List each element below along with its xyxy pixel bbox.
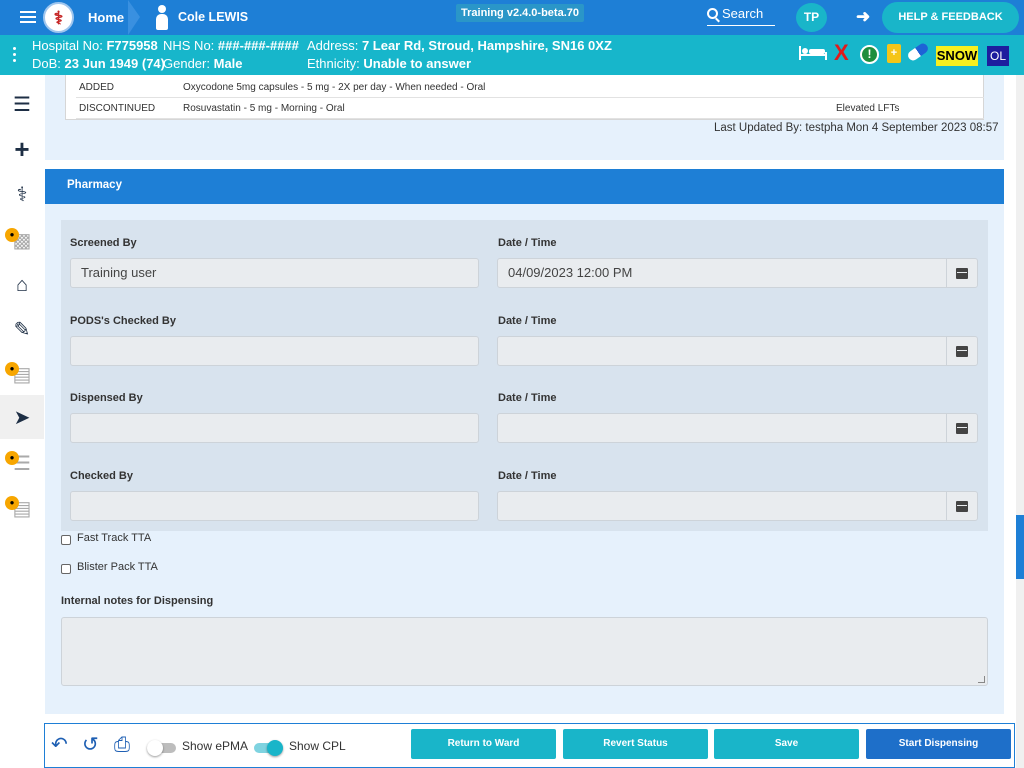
footer-toolbar: ↶ ↺ ⎙ Show ePMA Show CPL Return to Ward … xyxy=(44,723,1015,768)
sidebar-add-icon[interactable]: + xyxy=(0,127,44,171)
calendar-icon xyxy=(956,345,968,357)
blister-pack-checkbox[interactable] xyxy=(61,564,71,574)
fast-track-label: Fast Track TTA xyxy=(77,532,152,544)
ethnicity: Ethnicity: Unable to answer xyxy=(307,56,472,71)
jar-icon[interactable]: + xyxy=(887,44,901,63)
calendar-button[interactable] xyxy=(946,336,978,366)
snow-badge[interactable]: SNOW xyxy=(936,46,978,66)
dispensed-datetime-input[interactable] xyxy=(497,413,947,443)
section-divider xyxy=(45,714,1004,723)
calendar-button[interactable] xyxy=(946,258,978,288)
dispensed-by-input[interactable] xyxy=(70,413,479,443)
save-button[interactable]: Save xyxy=(714,729,859,759)
pharmacy-header[interactable]: Pharmacy xyxy=(45,169,1004,204)
lock-icon: ● xyxy=(5,496,19,510)
change-drug: Rosuvastatin - 5 mg - Morning - Oral xyxy=(183,103,345,114)
print-icon[interactable]: ⎙ xyxy=(114,734,130,756)
dispensed-by-label: Dispensed By xyxy=(70,392,143,404)
hospital-no: Hospital No: F775958 xyxy=(32,38,158,53)
pods-checked-label: PODS's Checked By xyxy=(70,315,176,327)
medication-changes-table: ADDED Oxycodone 5mg capsules - 5 mg - 2X… xyxy=(65,75,984,120)
notes-label: Internal notes for Dispensing xyxy=(61,595,214,607)
more-options-icon[interactable] xyxy=(13,47,17,63)
blister-pack-label: Blister Pack TTA xyxy=(77,561,158,573)
fast-track-checkbox[interactable] xyxy=(61,535,71,545)
sidebar: ☰ + ⚕ ▩ ● ⌂ ✎ ▤ ● ➤ ☰ ● ▤ ● xyxy=(0,75,44,768)
show-epma-label: Show ePMA xyxy=(182,739,249,753)
sidebar-checklist-icon[interactable]: ☰ ● xyxy=(0,441,44,485)
change-drug: Oxycodone 5mg capsules - 5 mg - 2X per d… xyxy=(183,82,486,93)
pods-checked-input[interactable] xyxy=(70,336,479,366)
search-label: Search xyxy=(722,6,764,21)
sidebar-register-icon[interactable]: ▤ ● xyxy=(0,486,44,530)
dispensing-notes-textarea[interactable] xyxy=(61,617,988,686)
search-button[interactable]: Search xyxy=(707,4,775,26)
top-bar: ⚕ Home Cole LEWIS Training v2.4.0-beta.7… xyxy=(0,0,1024,35)
table-row: ADDED Oxycodone 5mg capsules - 5 mg - 2X… xyxy=(76,77,984,98)
screened-by-input[interactable]: Training user xyxy=(70,258,479,288)
pods-datetime-input[interactable] xyxy=(497,336,947,366)
change-reason: Elevated LFTs xyxy=(836,103,900,114)
datetime-label: Date / Time xyxy=(498,315,557,327)
section-divider xyxy=(45,160,1004,169)
return-to-ward-button[interactable]: Return to Ward xyxy=(411,729,556,759)
address: Address: 7 Lear Rd, Stroud, Hampshire, S… xyxy=(307,38,612,53)
calendar-button[interactable] xyxy=(946,491,978,521)
last-updated: Last Updated By: testpha Mon 4 September… xyxy=(714,122,999,134)
revert-status-button[interactable]: Revert Status xyxy=(563,729,708,759)
calendar-icon xyxy=(956,500,968,512)
menu-icon[interactable] xyxy=(20,11,36,23)
sidebar-stethoscope-icon[interactable]: ⚕ xyxy=(0,172,44,216)
change-status: ADDED xyxy=(79,82,115,93)
breadcrumb-arrow xyxy=(128,0,140,35)
warning-icon[interactable]: ! xyxy=(860,45,879,64)
checked-by-input[interactable] xyxy=(70,491,479,521)
logout-icon[interactable]: ➜ xyxy=(856,8,870,25)
sidebar-camera-icon[interactable]: ▩ ● xyxy=(0,218,44,262)
sidebar-list-icon[interactable]: ☰ xyxy=(0,82,44,126)
change-status: DISCONTINUED xyxy=(79,103,156,114)
lock-icon: ● xyxy=(5,228,19,242)
datetime-label: Date / Time xyxy=(498,237,557,249)
scrollbar-thumb[interactable] xyxy=(1016,515,1024,579)
alert-x-icon[interactable]: X xyxy=(834,41,849,65)
version-badge: Training v2.4.0-beta.70 xyxy=(456,4,584,22)
person-icon xyxy=(152,5,172,31)
scrollbar[interactable] xyxy=(1016,75,1024,768)
undo-icon[interactable]: ↶ xyxy=(51,734,68,756)
history-icon[interactable]: ↺ xyxy=(82,734,99,756)
help-feedback-button[interactable]: HELP & FEEDBACK xyxy=(882,2,1019,33)
lock-icon: ● xyxy=(5,451,19,465)
datetime-label: Date / Time xyxy=(498,392,557,404)
dob: DoB: 23 Jun 1949 (74) xyxy=(32,56,165,71)
gender: Gender: Male xyxy=(163,56,243,71)
sidebar-clipboard-icon[interactable]: ▤ ● xyxy=(0,352,44,396)
show-cpl-label: Show CPL xyxy=(289,739,346,753)
logo-icon: ⚕ xyxy=(43,2,74,33)
calendar-button[interactable] xyxy=(946,413,978,443)
checked-by-label: Checked By xyxy=(70,470,133,482)
screened-datetime-input[interactable]: 04/09/2023 12:00 PM xyxy=(497,258,947,288)
show-cpl-toggle[interactable] xyxy=(254,740,283,756)
ol-badge[interactable]: OL xyxy=(987,46,1009,66)
nhs-no: NHS No: ###-###-#### xyxy=(163,38,299,53)
calendar-icon xyxy=(956,422,968,434)
calendar-icon xyxy=(956,267,968,279)
datetime-label: Date / Time xyxy=(498,470,557,482)
sidebar-edit-icon[interactable]: ✎ xyxy=(0,307,44,351)
table-row: DISCONTINUED Rosuvastatin - 5 mg - Morni… xyxy=(76,98,984,119)
home-button[interactable]: Home xyxy=(88,0,124,35)
resize-grip-icon[interactable] xyxy=(978,676,985,683)
sidebar-home-icon[interactable]: ⌂ xyxy=(0,263,44,307)
patient-name[interactable]: Cole LEWIS xyxy=(178,0,248,35)
show-epma-toggle[interactable] xyxy=(147,740,176,756)
start-dispensing-button[interactable]: Start Dispensing xyxy=(866,729,1011,759)
checked-datetime-input[interactable] xyxy=(497,491,947,521)
bed-icon[interactable] xyxy=(799,44,827,60)
sidebar-discharge-icon[interactable]: ➤ xyxy=(0,395,44,439)
lock-icon: ● xyxy=(5,362,19,376)
user-avatar[interactable]: TP xyxy=(796,3,827,32)
search-icon xyxy=(707,8,718,19)
screened-by-label: Screened By xyxy=(70,237,137,249)
